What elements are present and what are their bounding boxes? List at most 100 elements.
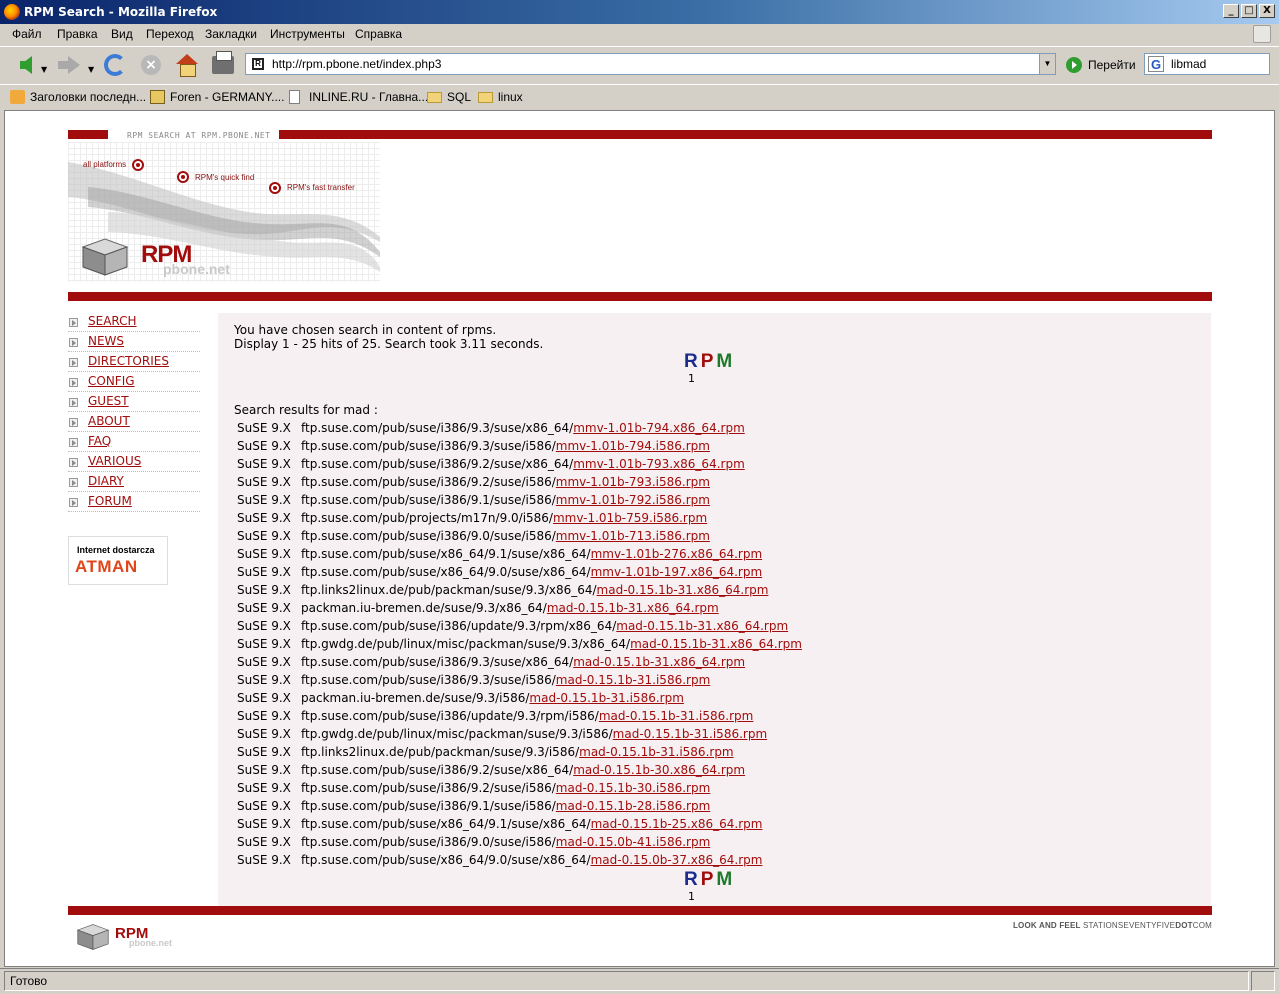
status-resize-grip-icon[interactable] bbox=[1251, 971, 1275, 991]
logo-pbone-text: pbone.net bbox=[163, 261, 230, 277]
forward-button[interactable] bbox=[54, 51, 84, 79]
forward-history-dropdown-icon[interactable]: ▼ bbox=[88, 65, 94, 74]
result-file-link[interactable]: mmv-1.01b-792.i586.rpm bbox=[556, 493, 710, 507]
menu-bookmarks[interactable]: Закладки bbox=[205, 24, 257, 44]
result-file-link[interactable]: mad-0.15.1b-30.i586.rpm bbox=[556, 781, 710, 795]
bookmark-label: Заголовки последн... bbox=[30, 90, 147, 104]
result-row: SuSE 9.X ftp.suse.com/pub/suse/i386/9.3/s… bbox=[237, 653, 802, 671]
result-file-link[interactable]: mmv-1.01b-794.i586.rpm bbox=[556, 439, 710, 453]
result-file-link[interactable]: mad-0.15.1b-31.x86_64.rpm bbox=[597, 583, 769, 597]
nav-link-search[interactable]: SEARCH bbox=[88, 314, 137, 328]
nav-link-various[interactable]: VARIOUS bbox=[88, 454, 141, 468]
result-row: SuSE 9.X ftp.suse.com/pub/suse/i386/9.2/s… bbox=[237, 455, 802, 473]
stop-button[interactable]: × bbox=[136, 51, 166, 79]
bookmark-folder[interactable]: SQL bbox=[427, 85, 471, 109]
menu-edit[interactable]: Правка bbox=[57, 24, 98, 44]
result-distribution: SuSE 9.X bbox=[237, 475, 291, 489]
bookmark-item[interactable]: INLINE.RU - Главна... bbox=[289, 85, 428, 109]
result-file-link[interactable]: mmv-1.01b-759.i586.rpm bbox=[553, 511, 707, 525]
result-file-link[interactable]: mad-0.15.1b-31.i586.rpm bbox=[579, 745, 733, 759]
minimize-button[interactable]: _ bbox=[1223, 4, 1239, 18]
menu-tools[interactable]: Инструменты bbox=[270, 24, 345, 44]
arrow-bullet-icon bbox=[69, 478, 78, 487]
page-viewport[interactable]: RPM SEARCH AT RPM.PBONE.NET all platform… bbox=[4, 110, 1275, 967]
result-file-link[interactable]: mmv-1.01b-793.x86_64.rpm bbox=[573, 457, 745, 471]
result-file-link[interactable]: mad-0.15.1b-31.x86_64.rpm bbox=[616, 619, 788, 633]
result-row: SuSE 9.X ftp.suse.com/pub/suse/i386/9.2/s… bbox=[237, 779, 802, 797]
back-history-dropdown-icon[interactable]: ▼ bbox=[41, 65, 47, 74]
nav-link-guest[interactable]: GUEST bbox=[88, 394, 129, 408]
address-bar[interactable]: R http://rpm.pbone.net/index.php3 ▼ bbox=[245, 53, 1056, 75]
result-file-link[interactable]: mmv-1.01b-197.x86_64.rpm bbox=[591, 565, 763, 579]
bookmark-item[interactable]: Заголовки последн... bbox=[10, 85, 146, 109]
menu-bar: Файл Правка Вид Переход Закладки Инструм… bbox=[0, 24, 1279, 44]
result-row: SuSE 9.X packman.iu-bremen.de/suse/9.3/i5… bbox=[237, 689, 802, 707]
result-row: SuSE 9.X ftp.suse.com/pub/projects/m17n/9… bbox=[237, 509, 802, 527]
result-file-link[interactable]: mmv-1.01b-793.i586.rpm bbox=[556, 475, 710, 489]
close-button[interactable]: X bbox=[1259, 4, 1275, 18]
go-button[interactable]: Перейти bbox=[1066, 55, 1136, 75]
back-button[interactable] bbox=[6, 51, 36, 79]
arrow-bullet-icon bbox=[69, 318, 78, 327]
sponsor-banner[interactable]: Internet dostarcza ATMAN bbox=[68, 536, 168, 585]
arrow-bullet-icon bbox=[69, 398, 78, 407]
nav-link-news[interactable]: NEWS bbox=[88, 334, 124, 348]
rss-icon bbox=[10, 90, 25, 104]
home-button[interactable] bbox=[172, 51, 202, 79]
url-history-dropdown-icon[interactable]: ▼ bbox=[1039, 54, 1055, 74]
result-file-link[interactable]: mmv-1.01b-794.x86_64.rpm bbox=[573, 421, 745, 435]
results-list: SuSE 9.X ftp.suse.com/pub/suse/i386/9.3/s… bbox=[237, 419, 802, 869]
nav-link-forum[interactable]: FORUM bbox=[88, 494, 132, 508]
result-file-link[interactable]: mmv-1.01b-713.i586.rpm bbox=[556, 529, 710, 543]
bookmark-item[interactable]: Foren - GERMANY.... bbox=[150, 85, 284, 109]
result-file-link[interactable]: mad-0.15.1b-31.x86_64.rpm bbox=[630, 637, 802, 651]
result-file-link[interactable]: mad-0.15.0b-41.i586.rpm bbox=[556, 835, 710, 849]
result-file-link[interactable]: mad-0.15.1b-31.i586.rpm bbox=[556, 673, 710, 687]
forum-icon bbox=[150, 90, 165, 104]
design-credits[interactable]: LOOK AND FEEL STATIONSEVENTYFIVEDOTCOM bbox=[1013, 921, 1212, 930]
nav-link-faq[interactable]: FAQ bbox=[88, 434, 111, 448]
menu-help[interactable]: Справка bbox=[355, 24, 402, 44]
result-file-link[interactable]: mad-0.15.0b-37.x86_64.rpm bbox=[591, 853, 763, 867]
result-path: ftp.suse.com/pub/projects/m17n/9.0/i586/ bbox=[301, 511, 553, 525]
bookmarks-toolbar: Заголовки последн... Foren - GERMANY....… bbox=[0, 84, 1279, 108]
result-file-link[interactable]: mad-0.15.1b-31.x86_64.rpm bbox=[573, 655, 745, 669]
bookmark-folder[interactable]: linux bbox=[478, 85, 523, 109]
reload-button[interactable] bbox=[100, 51, 130, 79]
menu-view[interactable]: Вид bbox=[111, 24, 133, 44]
result-file-link[interactable]: mad-0.15.1b-28.i586.rpm bbox=[556, 799, 710, 813]
rpm-pager-logo: RPM bbox=[684, 352, 735, 371]
result-path: ftp.suse.com/pub/suse/x86_64/9.0/suse/x8… bbox=[301, 565, 591, 579]
result-file-link[interactable]: mad-0.15.1b-31.i586.rpm bbox=[599, 709, 753, 723]
nav-link-about[interactable]: ABOUT bbox=[88, 414, 130, 428]
result-file-link[interactable]: mad-0.15.1b-31.x86_64.rpm bbox=[547, 601, 719, 615]
result-row: SuSE 9.X ftp.suse.com/pub/suse/i386/9.2/s… bbox=[237, 761, 802, 779]
search-value[interactable]: libmad bbox=[1171, 54, 1206, 74]
print-button[interactable] bbox=[208, 51, 238, 79]
side-navigation: SEARCH NEWS DIRECTORIES CONFIG GUEST ABO… bbox=[68, 312, 200, 512]
nav-link-config[interactable]: CONFIG bbox=[88, 374, 135, 388]
menu-go[interactable]: Переход bbox=[146, 24, 194, 44]
page-number[interactable]: 1 bbox=[688, 372, 695, 385]
result-row: SuSE 9.X ftp.suse.com/pub/suse/i386/updat… bbox=[237, 707, 802, 725]
maximize-button[interactable]: □ bbox=[1241, 4, 1257, 18]
google-engine-icon[interactable]: G bbox=[1148, 56, 1164, 72]
nav-item-forum: FORUM bbox=[68, 492, 200, 512]
result-file-link[interactable]: mad-0.15.1b-31.i586.rpm bbox=[613, 727, 767, 741]
nav-link-directories[interactable]: DIRECTORIES bbox=[88, 354, 169, 368]
banner-label: all platforms bbox=[83, 160, 127, 169]
url-text[interactable]: http://rpm.pbone.net/index.php3 bbox=[272, 54, 441, 74]
page-number[interactable]: 1 bbox=[688, 890, 695, 903]
result-file-link[interactable]: mmv-1.01b-276.x86_64.rpm bbox=[591, 547, 763, 561]
menu-file[interactable]: Файл bbox=[12, 24, 42, 44]
result-distribution: SuSE 9.X bbox=[237, 691, 291, 705]
search-input[interactable]: G libmad bbox=[1144, 53, 1270, 75]
result-file-link[interactable]: mad-0.15.1b-25.x86_64.rpm bbox=[591, 817, 763, 831]
folder-icon bbox=[427, 92, 442, 103]
result-path: packman.iu-bremen.de/suse/9.3/i586/ bbox=[301, 691, 530, 705]
reload-icon bbox=[104, 54, 126, 76]
result-path: ftp.suse.com/pub/suse/i386/9.2/suse/x86_… bbox=[301, 763, 574, 777]
result-file-link[interactable]: mad-0.15.1b-31.i586.rpm bbox=[529, 691, 683, 705]
result-file-link[interactable]: mad-0.15.1b-30.x86_64.rpm bbox=[573, 763, 745, 777]
nav-link-diary[interactable]: DIARY bbox=[88, 474, 124, 488]
